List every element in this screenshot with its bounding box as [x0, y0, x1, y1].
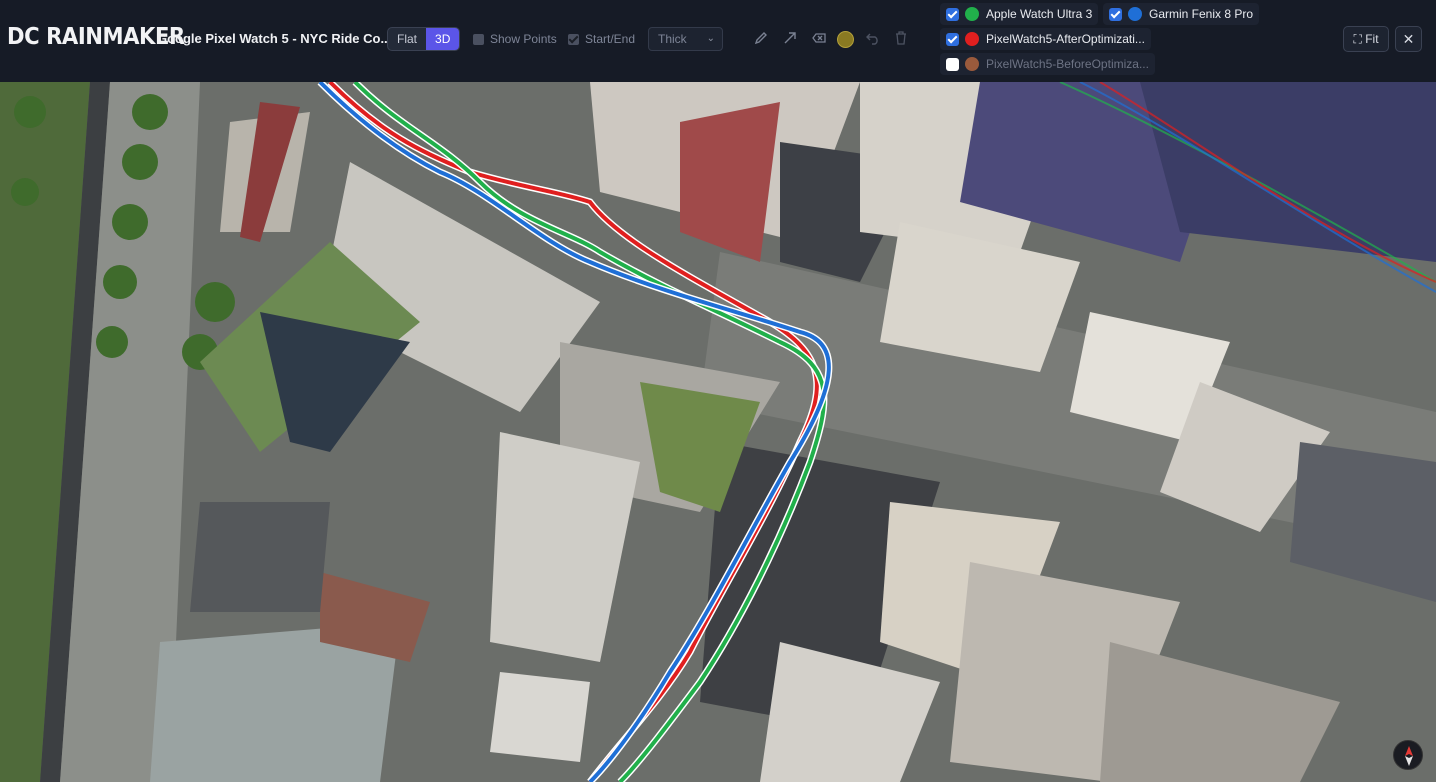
- legend-label: Garmin Fenix 8 Pro: [1149, 7, 1254, 21]
- legend-checkbox[interactable]: [1109, 7, 1122, 21]
- compass-icon[interactable]: [1393, 740, 1423, 770]
- top-toolbar: DC RAINMAKER Google Pixel Watch 5 - NYC …: [0, 0, 1436, 82]
- legend-item-pixel-after[interactable]: PixelWatch5-AfterOptimizati...: [940, 28, 1151, 50]
- color-dot: [965, 57, 979, 71]
- eraser-icon[interactable]: [810, 30, 828, 48]
- legend-label: PixelWatch5-BeforeOptimiza...: [986, 57, 1149, 71]
- show-points-checkbox[interactable]: [473, 33, 484, 45]
- color-dot: [965, 32, 979, 46]
- map-view[interactable]: [0, 82, 1436, 782]
- color-dot: [1128, 7, 1142, 21]
- fit-icon: ⛶: [1353, 32, 1362, 46]
- 3d-view-button[interactable]: 3D: [426, 28, 460, 50]
- track-legend: Apple Watch Ultra 3 Garmin Fenix 8 Pro P…: [940, 0, 1260, 82]
- arrow-icon[interactable]: [781, 30, 799, 48]
- legend-item-pixel-before[interactable]: PixelWatch5-BeforeOptimiza...: [940, 53, 1155, 75]
- activity-title[interactable]: Google Pixel Watch 5 - NYC Ride Co...: [157, 31, 391, 46]
- show-points-toggle[interactable]: Show Points: [473, 32, 557, 46]
- line-style-value: Thick: [658, 32, 687, 46]
- start-end-toggle[interactable]: Start/End: [568, 32, 635, 46]
- legend-label: PixelWatch5-AfterOptimizati...: [986, 32, 1145, 46]
- legend-checkbox[interactable]: [946, 32, 959, 46]
- line-style-select[interactable]: Thick ⌄: [648, 27, 723, 51]
- color-dot: [965, 7, 979, 21]
- chevron-down-icon: ⌄: [706, 33, 715, 44]
- fit-button[interactable]: ⛶ Fit: [1343, 26, 1389, 52]
- legend-checkbox[interactable]: [946, 7, 959, 21]
- close-button[interactable]: ✕: [1395, 26, 1422, 52]
- legend-item-garmin[interactable]: Garmin Fenix 8 Pro: [1103, 3, 1260, 25]
- satellite-map: [0, 82, 1436, 782]
- legend-item-apple[interactable]: Apple Watch Ultra 3: [940, 3, 1099, 25]
- start-end-checkbox[interactable]: [568, 33, 579, 45]
- parking-lot: [190, 502, 330, 612]
- legend-checkbox[interactable]: [946, 57, 959, 71]
- view-toggle: Flat 3D: [387, 27, 461, 51]
- color-picker[interactable]: [837, 31, 854, 48]
- flat-view-button[interactable]: Flat: [388, 28, 426, 50]
- fit-label: Fit: [1365, 32, 1379, 46]
- undo-icon[interactable]: [864, 30, 882, 48]
- trash-icon[interactable]: [892, 30, 910, 48]
- close-icon: ✕: [1402, 31, 1415, 47]
- building: [490, 672, 590, 762]
- legend-label: Apple Watch Ultra 3: [986, 7, 1093, 21]
- show-points-label: Show Points: [490, 32, 557, 46]
- pencil-icon[interactable]: [752, 30, 770, 48]
- start-end-label: Start/End: [585, 32, 636, 46]
